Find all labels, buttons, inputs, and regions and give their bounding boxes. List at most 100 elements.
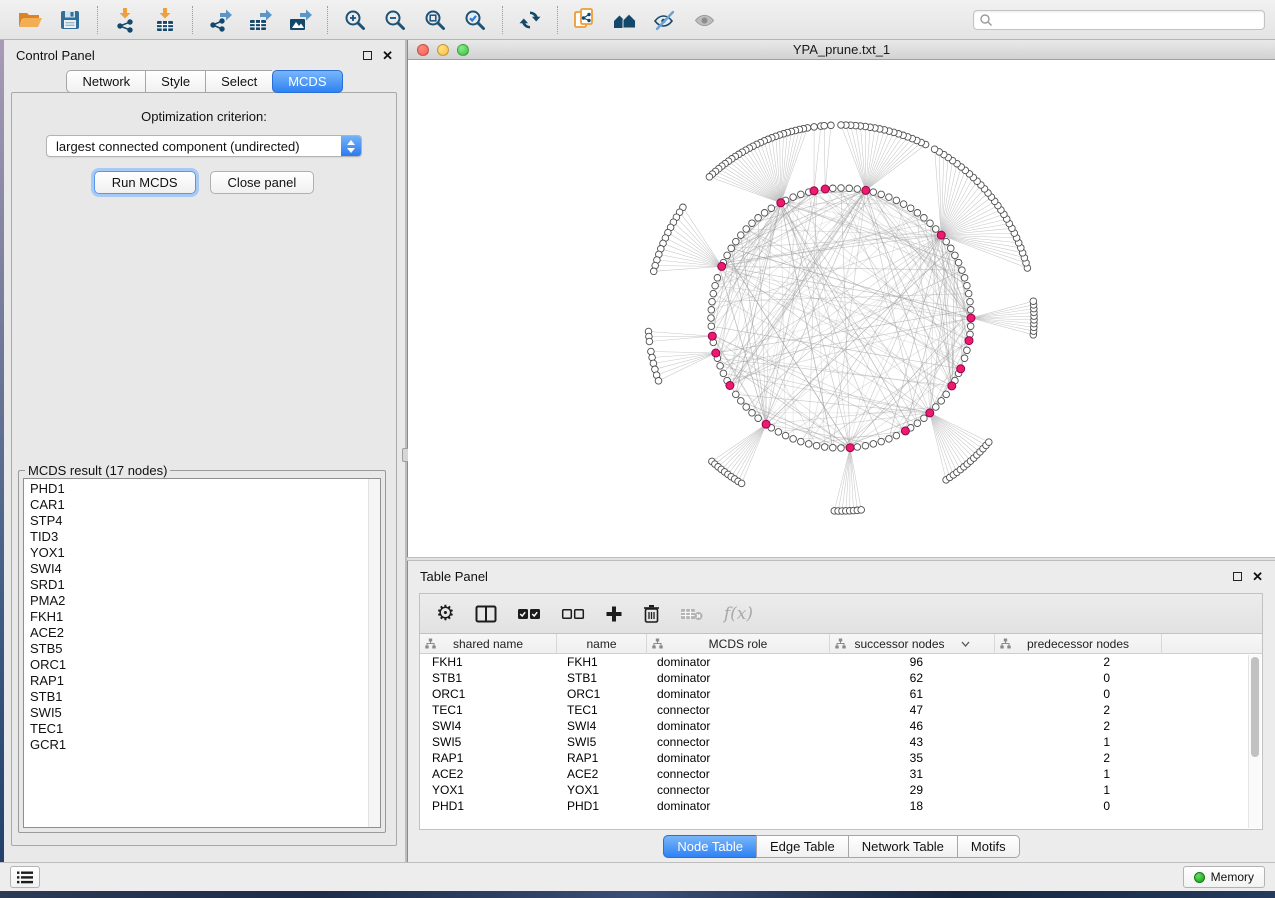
- table-cell[interactable]: 43: [830, 734, 995, 750]
- table-cell[interactable]: 0: [995, 670, 1162, 686]
- list-item[interactable]: ORC1: [30, 657, 380, 673]
- import-network-button[interactable]: [105, 4, 145, 36]
- import-table-button[interactable]: [145, 4, 185, 36]
- maximize-window-icon[interactable]: [457, 44, 469, 56]
- tab-mcds[interactable]: MCDS: [272, 70, 342, 93]
- table-cell[interactable]: dominator: [647, 686, 830, 702]
- table-cell[interactable]: 0: [995, 686, 1162, 702]
- table-cell[interactable]: connector: [647, 766, 830, 782]
- table-cell[interactable]: FKH1: [557, 654, 647, 670]
- table-row[interactable]: RAP1RAP1dominator352: [420, 750, 1262, 766]
- show-column-panel-button[interactable]: [475, 601, 497, 627]
- network-canvas[interactable]: [408, 60, 1275, 557]
- table-scrollbar[interactable]: [1248, 655, 1261, 828]
- table-settings-button[interactable]: [436, 601, 455, 627]
- table-cell[interactable]: YOX1: [420, 782, 557, 798]
- table-cell[interactable]: dominator: [647, 654, 830, 670]
- list-item[interactable]: GCR1: [30, 737, 380, 753]
- table-cell[interactable]: 2: [995, 718, 1162, 734]
- list-item[interactable]: STB1: [30, 689, 380, 705]
- table-cell[interactable]: dominator: [647, 798, 830, 814]
- table-cell[interactable]: 61: [830, 686, 995, 702]
- table-cell[interactable]: 29: [830, 782, 995, 798]
- table-row[interactable]: STB1STB1dominator620: [420, 670, 1262, 686]
- deselect-all-columns-button[interactable]: [561, 601, 585, 627]
- refresh-button[interactable]: [510, 4, 550, 36]
- table-cell[interactable]: RAP1: [557, 750, 647, 766]
- table-cell[interactable]: TEC1: [557, 702, 647, 718]
- table-cell[interactable]: STB1: [557, 670, 647, 686]
- open-file-button[interactable]: [10, 4, 50, 36]
- table-cell[interactable]: ACE2: [420, 766, 557, 782]
- list-item[interactable]: FKH1: [30, 609, 380, 625]
- table-cell[interactable]: YOX1: [557, 782, 647, 798]
- table-row[interactable]: PHD1PHD1dominator180: [420, 798, 1262, 814]
- zoom-out-button[interactable]: [375, 4, 415, 36]
- table-row[interactable]: ACE2ACE2connector311: [420, 766, 1262, 782]
- float-panel-icon[interactable]: [363, 51, 372, 60]
- export-image-button[interactable]: [280, 4, 320, 36]
- table-cell[interactable]: connector: [647, 782, 830, 798]
- tab-select[interactable]: Select: [205, 70, 272, 93]
- minimize-window-icon[interactable]: [437, 44, 449, 56]
- table-cell[interactable]: connector: [647, 734, 830, 750]
- tab-edge-table[interactable]: Edge Table: [756, 835, 848, 858]
- new-network-from-selection-button[interactable]: [565, 4, 605, 36]
- table-row[interactable]: SWI4SWI4dominator462: [420, 718, 1262, 734]
- list-item[interactable]: CAR1: [30, 497, 380, 513]
- table-cell[interactable]: 18: [830, 798, 995, 814]
- list-item[interactable]: SWI4: [30, 561, 380, 577]
- table-cell[interactable]: 1: [995, 766, 1162, 782]
- column-header-shared-name[interactable]: shared name: [420, 634, 557, 654]
- table-cell[interactable]: 2: [995, 750, 1162, 766]
- table-cell[interactable]: 96: [830, 654, 995, 670]
- save-button[interactable]: [50, 4, 90, 36]
- run-mcds-button[interactable]: Run MCDS: [94, 171, 196, 194]
- column-header-predecessor-nodes[interactable]: predecessor nodes: [995, 634, 1162, 654]
- table-row[interactable]: FKH1FKH1dominator962: [420, 654, 1262, 670]
- export-network-button[interactable]: [200, 4, 240, 36]
- table-cell[interactable]: STB1: [420, 670, 557, 686]
- table-row[interactable]: ORC1ORC1dominator610: [420, 686, 1262, 702]
- column-header-mcds-role[interactable]: MCDS role: [647, 634, 830, 654]
- mcds-list-scrollbar[interactable]: [368, 479, 380, 827]
- table-cell[interactable]: 2: [995, 654, 1162, 670]
- table-cell[interactable]: PHD1: [420, 798, 557, 814]
- search-input[interactable]: [993, 12, 1259, 28]
- delete-column-button[interactable]: [643, 601, 660, 627]
- table-cell[interactable]: ACE2: [557, 766, 647, 782]
- delete-table-button[interactable]: [680, 601, 704, 627]
- tab-style[interactable]: Style: [145, 70, 205, 93]
- table-cell[interactable]: dominator: [647, 718, 830, 734]
- list-item[interactable]: PMA2: [30, 593, 380, 609]
- list-item[interactable]: TID3: [30, 529, 380, 545]
- list-item[interactable]: PHD1: [30, 481, 380, 497]
- list-item[interactable]: SRD1: [30, 577, 380, 593]
- column-header-name[interactable]: name: [557, 634, 647, 654]
- table-cell[interactable]: ORC1: [557, 686, 647, 702]
- zoom-fit-button[interactable]: [415, 4, 455, 36]
- zoom-selected-button[interactable]: [455, 4, 495, 36]
- tab-network-table[interactable]: Network Table: [848, 835, 957, 858]
- list-item[interactable]: ACE2: [30, 625, 380, 641]
- zoom-in-button[interactable]: [335, 4, 375, 36]
- hide-selected-button[interactable]: [645, 4, 685, 36]
- table-cell[interactable]: 47: [830, 702, 995, 718]
- function-builder-button[interactable]: f(x): [724, 601, 753, 627]
- list-item[interactable]: SWI5: [30, 705, 380, 721]
- table-cell[interactable]: dominator: [647, 670, 830, 686]
- list-item[interactable]: TEC1: [30, 721, 380, 737]
- table-row[interactable]: YOX1YOX1connector291: [420, 782, 1262, 798]
- table-cell[interactable]: PHD1: [557, 798, 647, 814]
- show-all-button[interactable]: [685, 4, 725, 36]
- first-neighbors-button[interactable]: [605, 4, 645, 36]
- select-all-columns-button[interactable]: [517, 601, 541, 627]
- table-row[interactable]: SWI5SWI5connector431: [420, 734, 1262, 750]
- optimization-criterion-select[interactable]: largest connected component (undirected): [46, 135, 362, 157]
- tab-motifs[interactable]: Motifs: [957, 835, 1020, 858]
- list-item[interactable]: RAP1: [30, 673, 380, 689]
- close-panel-icon[interactable]: [382, 49, 393, 62]
- table-cell[interactable]: 31: [830, 766, 995, 782]
- table-cell[interactable]: RAP1: [420, 750, 557, 766]
- table-cell[interactable]: 0: [995, 798, 1162, 814]
